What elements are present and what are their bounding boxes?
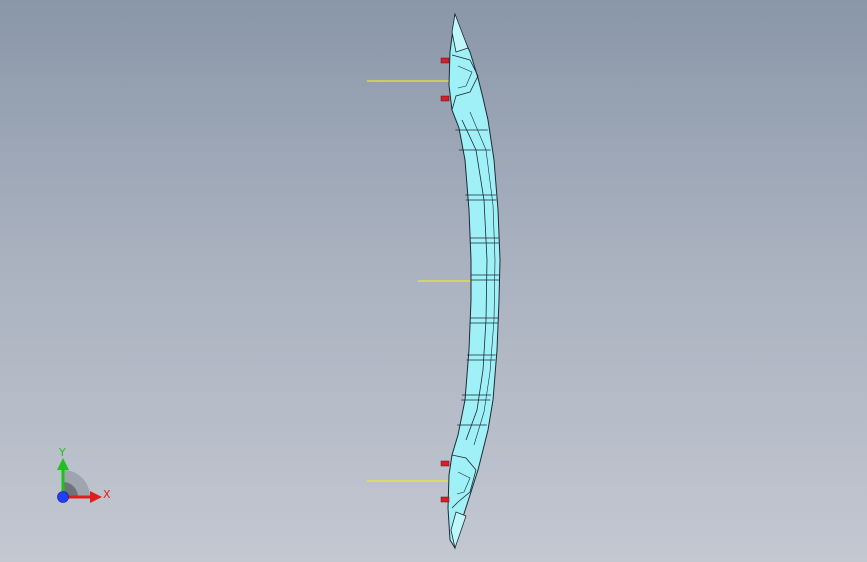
x-axis-arrowhead	[90, 491, 102, 503]
locating-pin-top-2[interactable]	[440, 95, 450, 102]
y-axis-label: Y	[58, 446, 66, 459]
cad-viewport[interactable]: Y X	[0, 0, 867, 562]
x-axis-label: X	[103, 488, 111, 501]
model-view[interactable]: Y X	[0, 0, 867, 562]
locating-pin-top-1[interactable]	[440, 57, 450, 64]
locating-pin-bottom-1[interactable]	[440, 460, 450, 467]
locating-pin-bottom-2[interactable]	[440, 496, 450, 503]
y-axis-arrowhead	[57, 458, 69, 470]
z-axis-dot	[57, 491, 69, 503]
axis-triad[interactable]: Y X	[57, 446, 111, 503]
